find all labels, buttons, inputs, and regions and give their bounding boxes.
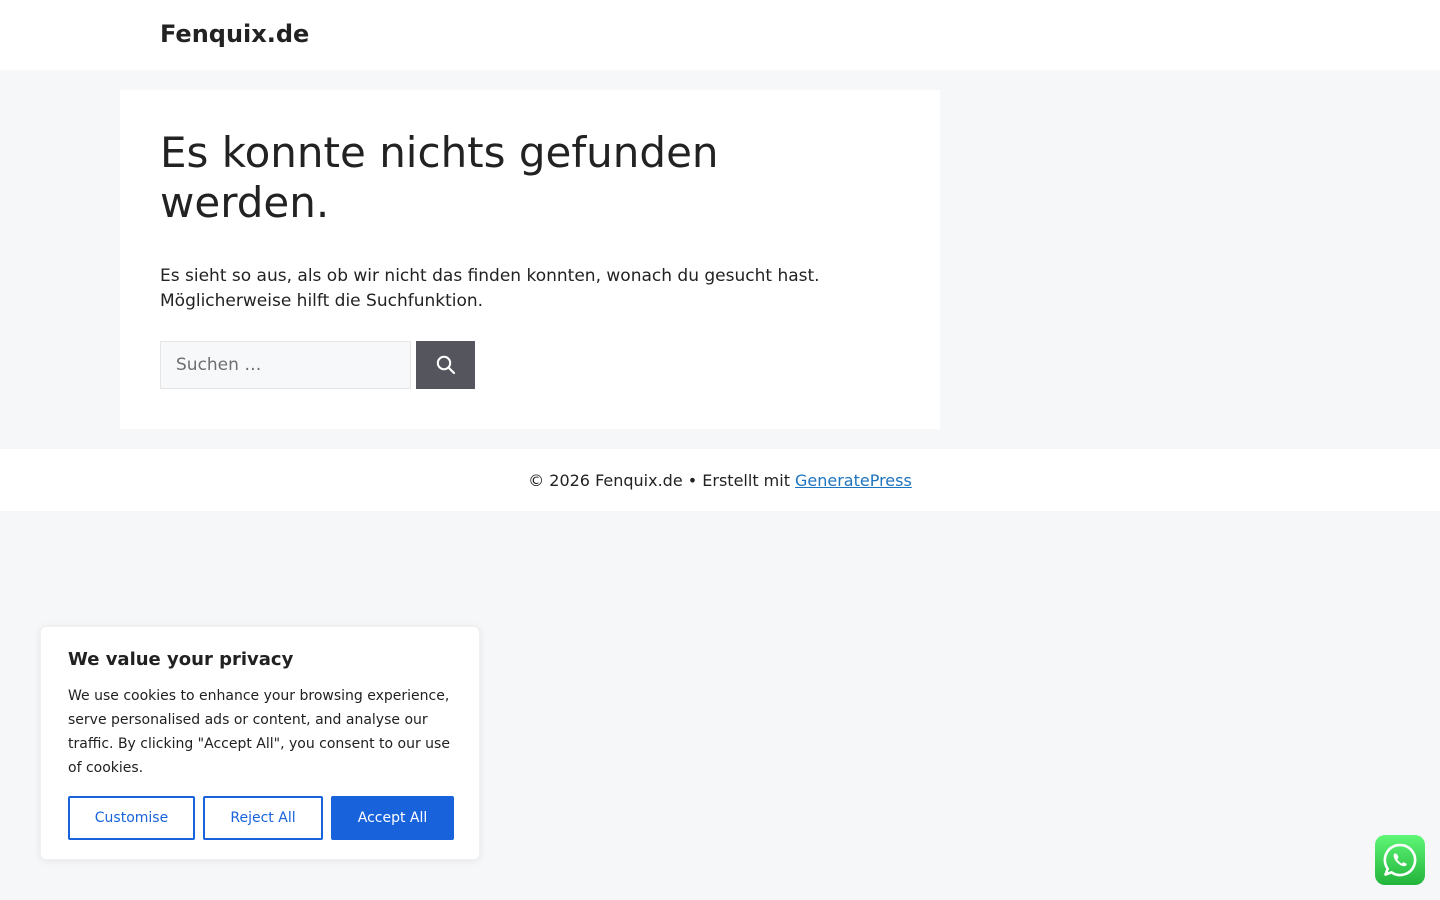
page-title: Es konnte nichts gefunden werden. [160, 128, 719, 227]
footer-generatepress-link[interactable]: GeneratePress [795, 471, 912, 490]
site-title-link[interactable]: Fenquix.de [160, 19, 309, 49]
customise-button[interactable]: Customise [68, 796, 195, 840]
whatsapp-button[interactable] [1375, 835, 1425, 885]
cookie-banner-title: We value your privacy [68, 649, 294, 670]
site-header: Fenquix.de [0, 0, 1440, 70]
whatsapp-icon [1383, 843, 1417, 877]
search-input[interactable] [160, 341, 411, 389]
search-icon [436, 355, 455, 375]
footer-copyright: © 2026 Fenquix.de • Erstellt mit [528, 470, 790, 490]
search-button[interactable] [416, 341, 475, 389]
site-footer: © 2026 Fenquix.de • Erstellt mit Generat… [0, 449, 1440, 511]
main-content: Es konnte nichts gefunden werden. Es sie… [120, 90, 940, 429]
cookie-banner: We value your privacy We use cookies to … [40, 626, 480, 860]
reject-all-button[interactable]: Reject All [203, 796, 323, 840]
accept-all-button[interactable]: Accept All [331, 796, 454, 840]
page-description: Es sieht so aus, als ob wir nicht das fi… [160, 266, 820, 311]
cookie-banner-text: We use cookies to enhance your browsing … [68, 688, 450, 776]
